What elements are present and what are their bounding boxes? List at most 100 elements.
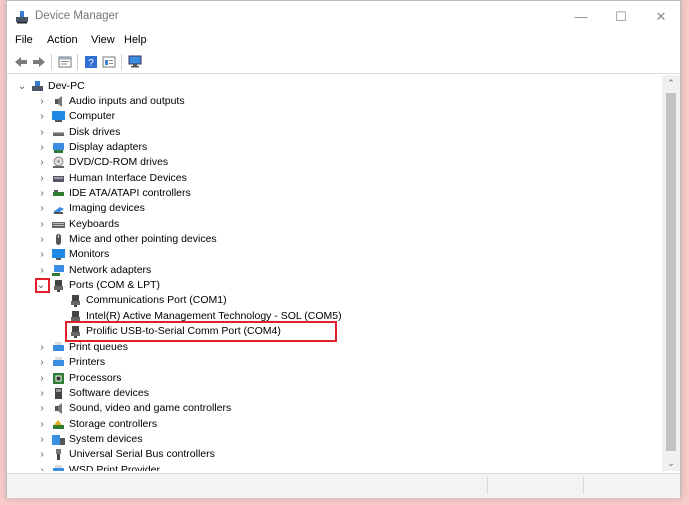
tree-item-label: Audio inputs and outputs [69, 95, 185, 107]
tree-item-label: Imaging devices [69, 202, 145, 214]
ide-controller-icon [53, 190, 64, 196]
computer-root-icon [32, 81, 43, 91]
expand-chevron-icon[interactable]: › [37, 140, 47, 155]
tree-item-label: Computer [69, 110, 116, 122]
toolbar-separator [51, 54, 52, 70]
expand-chevron-icon[interactable]: › [37, 94, 47, 109]
help-icon[interactable]: ? [83, 54, 99, 70]
toolbar-separator [77, 54, 78, 70]
expand-chevron-icon[interactable]: › [37, 371, 47, 386]
tree-item-label: IDE ATA/ATAPI controllers [69, 187, 191, 199]
tree-item-label: Print queues [69, 341, 128, 353]
expand-chevron-icon[interactable]: › [37, 401, 47, 416]
scroll-up-icon[interactable]: ⌃ [662, 75, 680, 91]
scan-hardware-icon[interactable] [127, 54, 143, 70]
expand-chevron-icon[interactable]: › [37, 186, 47, 201]
minimize-button[interactable]: — [563, 5, 599, 29]
tree-item-label: Mice and other pointing devices [69, 233, 217, 245]
expand-chevron-icon[interactable]: › [37, 340, 47, 355]
tree-item-label: Processors [69, 372, 122, 384]
port-icon [54, 280, 63, 292]
tree-item-label: Universal Serial Bus controllers [69, 448, 215, 460]
toolbar-separator [121, 54, 122, 70]
vertical-scrollbar[interactable]: ⌃ ⌄ [662, 75, 680, 471]
expand-chevron-icon[interactable]: › [37, 355, 47, 370]
tree-child-label: Communications Port (COM1) [86, 294, 227, 306]
expand-chevron-icon[interactable]: › [37, 386, 47, 401]
system-device-icon [52, 435, 65, 445]
expand-chevron-icon[interactable]: › [37, 232, 47, 247]
tree-item-label: Disk drives [69, 126, 121, 138]
usb-icon [56, 449, 61, 460]
tree-item-label: Display adapters [69, 141, 148, 153]
expand-chevron-icon[interactable]: › [37, 109, 47, 124]
tree-item-label: Software devices [69, 387, 149, 399]
hid-icon [53, 176, 64, 182]
expand-chevron-icon[interactable]: › [37, 247, 47, 262]
status-divider [583, 477, 585, 494]
back-icon[interactable] [13, 54, 29, 70]
dvd-drive-icon [53, 156, 64, 168]
expand-chevron-icon[interactable]: › [37, 171, 47, 186]
scrollbar-thumb[interactable] [666, 93, 676, 451]
com4-highlight [65, 321, 337, 342]
keyboard-icon [52, 222, 65, 228]
window-title: Device Manager [35, 10, 119, 22]
mouse-icon [56, 234, 61, 245]
camera-icon [53, 207, 64, 214]
software-device-icon [55, 388, 62, 399]
device-manager-icon [16, 11, 28, 24]
status-divider [487, 477, 489, 494]
details-icon[interactable] [101, 54, 117, 70]
tree-item-label: Sound, video and game controllers [69, 402, 232, 414]
tree-item-label: Printers [69, 356, 106, 368]
tree-item-label: DVD/CD-ROM drives [69, 156, 169, 168]
maximize-button[interactable]: ☐ [603, 5, 639, 29]
close-button[interactable]: ✕ [643, 5, 679, 29]
tree-item-label: Ports (COM & LPT) [69, 279, 161, 291]
disk-drive-icon [53, 132, 64, 136]
port-icon [71, 295, 80, 307]
menu-bar: File Action View Help [7, 33, 680, 51]
tree-item-label: Human Interface Devices [69, 172, 187, 184]
print-queue-icon [53, 342, 64, 351]
network-adapter-icon [52, 265, 64, 276]
status-bar [7, 473, 680, 498]
ports-expander-highlight [35, 278, 50, 293]
tree-item-label: Storage controllers [69, 418, 158, 430]
sound-icon [55, 403, 62, 414]
device-manager-window: Device Manager — ☐ ✕ File Action View He… [6, 0, 681, 498]
tree-item-label: Monitors [69, 248, 110, 260]
speaker-icon [55, 96, 62, 107]
expand-chevron-icon[interactable]: › [37, 447, 47, 462]
tree-item-label: System devices [69, 433, 143, 445]
expand-chevron-icon[interactable]: › [37, 463, 47, 471]
menu-action[interactable]: Action [47, 34, 78, 46]
expand-chevron-icon[interactable]: › [37, 201, 47, 216]
printer-icon [53, 357, 64, 366]
wsd-printer-icon [53, 465, 64, 471]
storage-controller-icon [53, 420, 64, 429]
expand-chevron-icon[interactable]: › [37, 217, 47, 232]
display-adapter-icon [53, 143, 64, 153]
device-tree[interactable]: ⌄ Dev-PC › Audio inputs and outputs › Co… [11, 75, 662, 471]
menu-file[interactable]: File [15, 34, 33, 46]
toolbar: ? [7, 51, 680, 74]
expand-chevron-icon[interactable]: › [37, 125, 47, 140]
title-bar[interactable]: Device Manager — ☐ ✕ [7, 1, 680, 33]
expand-chevron-icon[interactable]: › [37, 432, 47, 447]
forward-icon[interactable] [31, 54, 47, 70]
expand-chevron-icon[interactable]: › [37, 417, 47, 432]
properties-icon[interactable] [57, 54, 73, 70]
menu-help[interactable]: Help [124, 34, 147, 46]
menu-view[interactable]: View [91, 34, 115, 46]
processor-icon [53, 373, 64, 384]
expand-chevron-icon[interactable]: › [37, 263, 47, 278]
tree-item-label: Keyboards [69, 218, 120, 230]
scroll-down-icon[interactable]: ⌄ [662, 455, 680, 471]
tree-item-label: Network adapters [69, 264, 152, 276]
computer-icon [52, 111, 65, 122]
collapse-chevron-icon[interactable]: ⌄ [17, 79, 27, 94]
tree-item-label: WSD Print Provider [69, 464, 161, 471]
expand-chevron-icon[interactable]: › [37, 155, 47, 170]
